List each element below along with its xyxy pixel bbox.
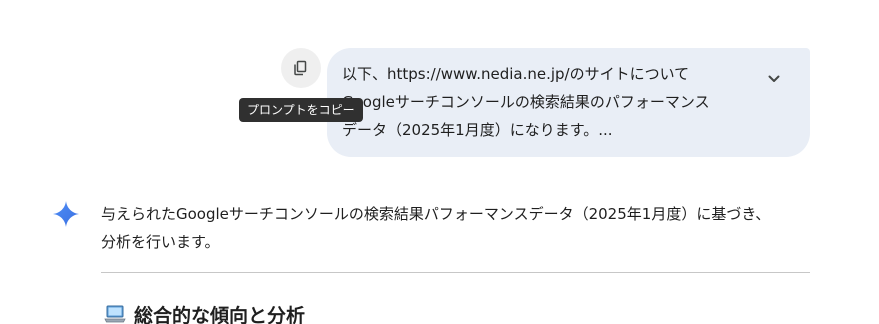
prompt-line: Googleサーチコンソールの検索結果のパフォーマンス: [342, 93, 710, 111]
copy-prompt-button[interactable]: [281, 48, 321, 88]
laptop-icon: [104, 305, 126, 323]
expand-prompt-button[interactable]: [759, 64, 789, 94]
copy-prompt-tooltip: プロンプトをコピー: [239, 98, 363, 122]
section-heading-text: 総合的な傾向と分析: [134, 304, 306, 324]
user-prompt-bubble: 以下、https://www.nedia.ne.jp/のサイトについて Goog…: [327, 48, 810, 157]
copy-icon: [294, 60, 307, 76]
prompt-line: データ（2025年1月度）になります。...: [342, 121, 613, 139]
chevron-down-icon: [768, 75, 780, 82]
gemini-sparkle-icon: [53, 201, 79, 227]
response-line: 与えられたGoogleサーチコンソールの検索結果パフォーマンスデータ（2025年…: [101, 205, 771, 223]
user-prompt-text: 以下、https://www.nedia.ne.jp/のサイトについて Goog…: [342, 60, 762, 144]
prompt-line: 以下、https://www.nedia.ne.jp/のサイトについて: [342, 65, 690, 83]
chat-view: 以下、https://www.nedia.ne.jp/のサイトについて Goog…: [0, 0, 879, 324]
response-text: 与えられたGoogleサーチコンソールの検索結果パフォーマンスデータ（2025年…: [101, 200, 811, 256]
section-heading: 総合的な傾向と分析: [104, 299, 305, 324]
divider: [101, 272, 810, 273]
response-line: 分析を行います。: [101, 233, 220, 251]
